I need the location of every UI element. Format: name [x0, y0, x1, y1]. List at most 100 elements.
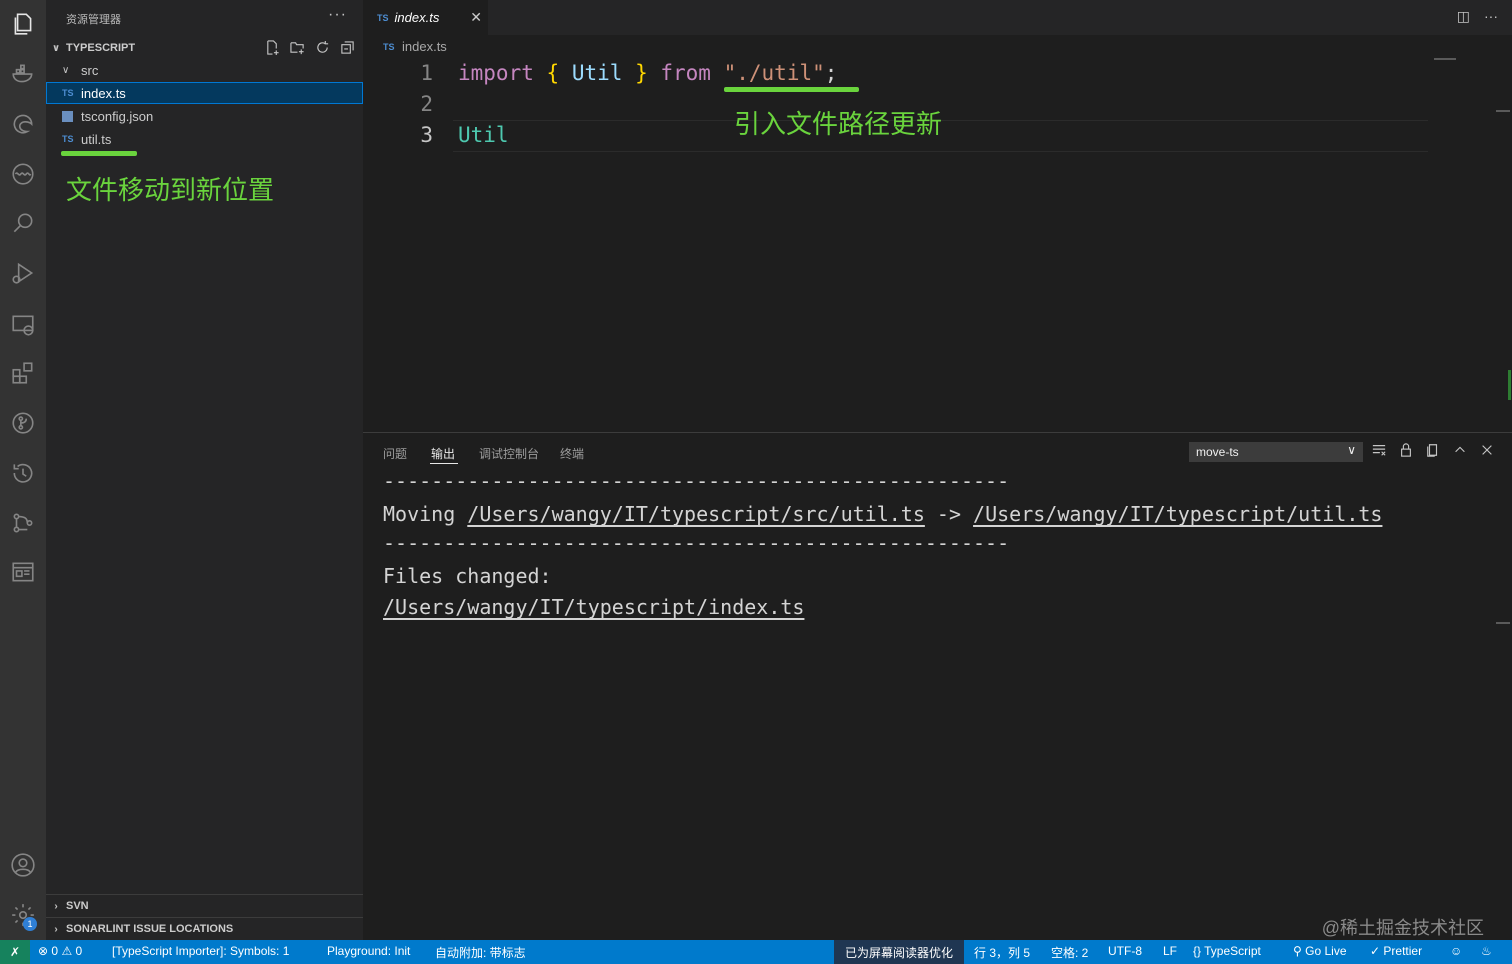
go-live-status[interactable]: ⚲ Go Live: [1293, 944, 1347, 958]
bell-icon[interactable]: ♨: [1481, 944, 1492, 958]
section-label: SONARLINT ISSUE LOCATIONS: [66, 923, 234, 935]
remote-icon[interactable]: ✗: [0, 940, 30, 964]
output-line: ----------------------------------------…: [383, 531, 1010, 555]
problems-status[interactable]: ⊗ 0 ⚠ 0: [38, 944, 82, 958]
error-count: 0: [51, 944, 59, 958]
channel-value: move-ts: [1196, 445, 1239, 459]
tab-terminal[interactable]: 终端: [560, 445, 584, 462]
tree-folder-src[interactable]: ∨ src: [46, 59, 363, 81]
activity-bar: 1: [0, 0, 46, 940]
cursor-position[interactable]: 行 3，列 5: [974, 944, 1030, 961]
typescript-file-icon: TS: [383, 41, 395, 52]
chevron-down-icon: ∨: [62, 64, 70, 76]
project-name: TYPESCRIPT: [66, 42, 136, 54]
project-section-header[interactable]: ∨ TYPESCRIPT: [46, 37, 363, 59]
typescript-file-icon: TS: [62, 88, 74, 98]
importer-status[interactable]: [TypeScript Importer]: Symbols: 1: [112, 944, 289, 958]
line-number: 1: [420, 61, 433, 85]
refresh-icon[interactable]: [313, 38, 332, 57]
explorer-sidebar: 资源管理器 ··· ∨ TYPESCRIPT ∨ src TS index.ts…: [46, 0, 363, 940]
tree-file-index-ts[interactable]: TS index.ts: [46, 82, 363, 104]
folder-label: src: [81, 62, 99, 78]
tab-label: index.ts: [394, 10, 440, 25]
token-string: "./util": [723, 61, 825, 85]
tab-output[interactable]: 输出: [431, 445, 455, 462]
output-link[interactable]: /Users/wangy/IT/typescript/src/util.ts: [467, 502, 925, 526]
warning-icon: ⚠: [61, 944, 73, 958]
minimap-slider[interactable]: [1434, 58, 1456, 60]
wave-icon[interactable]: [7, 158, 39, 190]
tree-file-util-ts[interactable]: TS util.ts: [46, 128, 363, 150]
screen-reader-status[interactable]: 已为屏幕阅读器优化: [834, 940, 964, 964]
settings-icon[interactable]: 1: [7, 899, 39, 931]
tab-debug-console[interactable]: 调试控制台: [479, 445, 539, 462]
token-identifier: Util: [458, 123, 509, 147]
token-from: from: [660, 61, 711, 85]
svn-section-header[interactable]: › SVN: [46, 895, 363, 917]
chevron-right-icon: ›: [54, 900, 58, 912]
chevron-down-icon: ∨: [1347, 443, 1356, 457]
go-live-label: Go Live: [1305, 944, 1347, 958]
new-file-icon[interactable]: [263, 38, 282, 57]
account-icon[interactable]: [7, 849, 39, 881]
close-panel-icon[interactable]: [1479, 442, 1495, 458]
broadcast-icon: ⚲: [1293, 944, 1302, 958]
search-icon[interactable]: [7, 207, 39, 239]
scrollbar-marker: [1508, 370, 1511, 400]
breadcrumb-file[interactable]: index.ts: [402, 39, 447, 54]
output-link[interactable]: /Users/wangy/IT/typescript/index.ts: [383, 595, 804, 619]
remote-explorer-icon[interactable]: [7, 309, 39, 341]
sonarlint-section-header[interactable]: › SONARLINT ISSUE LOCATIONS: [46, 918, 363, 940]
edge-icon[interactable]: [7, 108, 39, 140]
output-line: /Users/wangy/IT/typescript/index.ts: [383, 595, 804, 619]
close-icon[interactable]: ✕: [470, 9, 482, 26]
chevron-down-icon: ∨: [51, 42, 61, 54]
extensions-icon[interactable]: [7, 357, 39, 389]
prettier-status[interactable]: ✓ Prettier: [1370, 944, 1422, 958]
clear-output-icon[interactable]: [1371, 442, 1387, 458]
import-annotation: 引入文件路径更新: [734, 110, 943, 140]
tree-file-tsconfig[interactable]: tsconfig.json: [46, 105, 363, 127]
file-label: tsconfig.json: [81, 108, 154, 124]
open-log-icon[interactable]: [1425, 442, 1441, 458]
encoding-status[interactable]: UTF-8: [1108, 944, 1142, 958]
json-file-icon: [62, 110, 73, 122]
playground-status[interactable]: Playground: Init: [327, 944, 410, 958]
output-link[interactable]: /Users/wangy/IT/typescript/util.ts: [973, 502, 1382, 526]
braces-icon: {}: [1193, 944, 1202, 958]
file-label: index.ts: [81, 85, 126, 101]
maximize-panel-icon[interactable]: [1452, 442, 1468, 458]
files-icon[interactable]: [7, 8, 39, 40]
more-actions-icon[interactable]: ···: [1484, 8, 1498, 25]
token-semicolon: ;: [824, 61, 838, 85]
breadcrumb[interactable]: TS index.ts: [383, 39, 447, 54]
auto-attach-status[interactable]: 自动附加: 带标志: [435, 944, 526, 961]
eol-status[interactable]: LF: [1163, 944, 1177, 958]
source-control-icon[interactable]: [7, 407, 39, 439]
docker-icon[interactable]: [7, 58, 39, 90]
new-folder-icon[interactable]: [288, 38, 307, 57]
explorer-more-button[interactable]: ···: [328, 6, 347, 24]
indentation-status[interactable]: 空格: 2: [1051, 944, 1088, 961]
language-status[interactable]: {} TypeScript: [1193, 944, 1261, 958]
line-number: 2: [420, 92, 433, 116]
feedback-icon[interactable]: ☺: [1450, 944, 1462, 958]
collapse-all-icon[interactable]: [338, 38, 357, 57]
explorer-title: 资源管理器: [66, 14, 121, 26]
language-label: TypeScript: [1204, 944, 1261, 958]
output-channel-select[interactable]: move-ts ∨: [1189, 442, 1363, 462]
tab-index-ts[interactable]: TS index.ts ✕: [363, 0, 488, 35]
settings-badge: 1: [23, 917, 37, 931]
highlight-underline: [61, 151, 137, 156]
split-editor-icon[interactable]: ◫: [1457, 8, 1470, 25]
lock-scroll-icon[interactable]: [1398, 442, 1414, 458]
token-identifier: Util: [571, 61, 623, 85]
timeline-icon[interactable]: [7, 457, 39, 489]
tab-problems[interactable]: 问题: [383, 445, 407, 462]
prettier-label: Prettier: [1383, 944, 1423, 958]
token-brace: }: [635, 61, 648, 85]
git-graph-icon[interactable]: [7, 507, 39, 539]
preview-icon[interactable]: [7, 556, 39, 588]
move-annotation: 文件移动到新位置: [66, 176, 275, 206]
run-debug-icon[interactable]: [7, 257, 39, 289]
